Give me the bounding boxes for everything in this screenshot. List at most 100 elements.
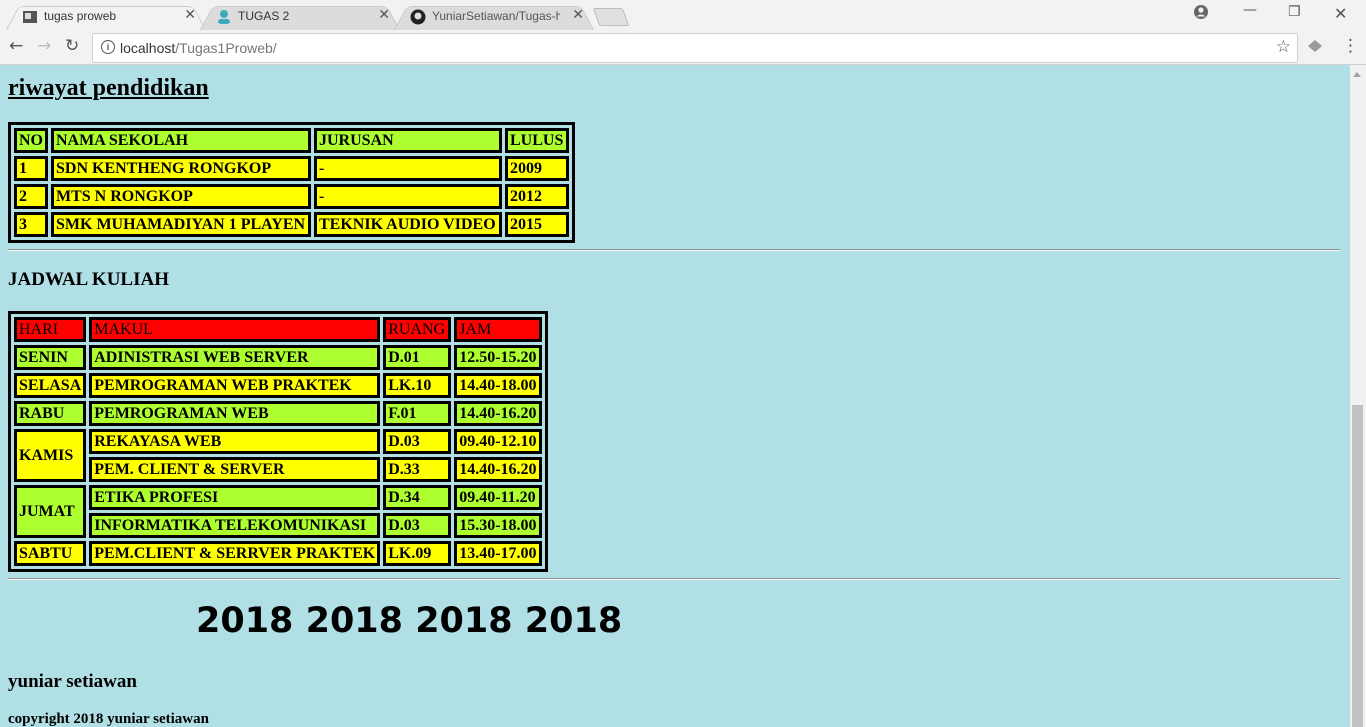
table-cell: PEMROGRAMAN WEB — [89, 401, 381, 426]
copyright-text: copyright 2018 yuniar setiawan — [8, 711, 209, 727]
address-bar[interactable]: i localhost/Tugas1Proweb/ ☆ — [92, 33, 1298, 63]
tab-strip: tugas proweb ✕ TUGAS 2 ✕ YuniarSetiawan/… — [0, 0, 1366, 31]
table-cell: 09.40-11.20 — [454, 485, 542, 510]
close-tab-icon[interactable]: ✕ — [572, 6, 584, 23]
extension-icon[interactable] — [1306, 38, 1324, 59]
riwayat-heading: riwayat pendidikan — [8, 75, 209, 101]
table-header-row: NO NAMA SEKOLAH JURUSAN LULUS — [14, 128, 569, 153]
person-favicon-icon — [216, 9, 232, 25]
header-cell: LULUS — [505, 128, 569, 153]
table-cell: F.01 — [383, 401, 452, 426]
header-cell: NO — [14, 128, 48, 153]
divider — [8, 249, 1340, 251]
header-cell: NAMA SEKOLAH — [51, 128, 311, 153]
table-cell: - — [314, 184, 502, 209]
header-cell: HARI — [14, 317, 87, 342]
page-favicon-icon — [22, 9, 38, 25]
table-row: INFORMATIKA TELEKOMUNIKASI D.03 15.30-18… — [14, 513, 542, 538]
table-cell: D.01 — [383, 345, 452, 370]
table-cell: 2015 — [505, 212, 569, 237]
table-cell: PEM.CLIENT & SERRVER PRAKTEK — [89, 541, 381, 566]
table-cell: 14.40-18.00 — [454, 373, 542, 398]
github-icon — [410, 9, 426, 25]
table-cell: JUMAT — [14, 485, 87, 538]
table-row: KAMIS REKAYASA WEB D.03 09.40-12.10 — [14, 429, 542, 482]
jadwal-table: HARI MAKUL RUANG JAM SENIN ADINISTRASI W… — [8, 311, 548, 572]
tab-label: TUGAS 2 — [238, 9, 290, 23]
table-cell: 2009 — [505, 156, 569, 181]
table-cell: 13.40-17.00 — [454, 541, 542, 566]
table-cell: 14.40-16.20 — [454, 401, 542, 426]
table-row: SABTU PEM.CLIENT & SERRVER PRAKTEK LK.09… — [14, 541, 542, 566]
table-cell: 12.50-15.20 — [454, 345, 542, 370]
table-cell: SABTU — [14, 541, 87, 566]
reload-icon[interactable]: ↻ — [65, 36, 79, 56]
header-cell: MAKUL — [89, 317, 381, 342]
table-row: PEM. CLIENT & SERVER D.33 14.40-16.20 — [14, 457, 542, 482]
close-tab-icon[interactable]: ✕ — [378, 6, 390, 23]
author-name: yuniar setiawan — [8, 671, 137, 692]
info-icon[interactable]: i — [101, 40, 115, 54]
page-viewport: riwayat pendidikan NO NAMA SEKOLAH JURUS… — [0, 65, 1350, 727]
header-cell: JURUSAN — [314, 128, 502, 153]
table-cell: ADINISTRASI WEB SERVER — [89, 345, 381, 370]
tab-tugas-proweb[interactable]: tugas proweb ✕ — [6, 2, 206, 31]
table-cell: SELASA — [14, 373, 87, 398]
table-cell: KAMIS — [14, 429, 87, 482]
table-cell: 2 — [14, 184, 48, 209]
table-row: RABU PEMROGRAMAN WEB F.01 14.40-16.20 — [14, 401, 542, 426]
table-cell: 2012 — [505, 184, 569, 209]
table-cell: 1 — [14, 156, 48, 181]
restore-icon[interactable]: ❐ — [1288, 4, 1301, 20]
bookmark-star-icon[interactable]: ☆ — [1276, 37, 1291, 57]
forward-arrow-icon[interactable]: → — [37, 36, 51, 56]
table-cell: D.34 — [383, 485, 452, 510]
close-window-icon[interactable]: ✕ — [1334, 4, 1347, 23]
table-cell: RABU — [14, 401, 87, 426]
table-cell: - — [314, 156, 502, 181]
table-cell: 15.30-18.00 — [454, 513, 542, 538]
table-cell: D.03 — [383, 429, 452, 454]
table-cell: TEKNIK AUDIO VIDEO — [314, 212, 502, 237]
table-header-row: HARI MAKUL RUANG JAM — [14, 317, 542, 342]
browser-toolbar: ← → ↻ i localhost/Tugas1Proweb/ ☆ ⋮ — [0, 30, 1366, 65]
table-cell: SMK MUHAMADIYAN 1 PLAYEN — [51, 212, 311, 237]
url-text[interactable]: localhost/Tugas1Proweb/ — [120, 40, 277, 56]
table-row: 2 MTS N RONGKOP - 2012 — [14, 184, 569, 209]
table-cell: MTS N RONGKOP — [51, 184, 311, 209]
header-cell: JAM — [454, 317, 542, 342]
back-arrow-icon[interactable]: ← — [9, 36, 23, 56]
table-cell: REKAYASA WEB — [89, 429, 381, 454]
table-row: 3 SMK MUHAMADIYAN 1 PLAYEN TEKNIK AUDIO … — [14, 212, 569, 237]
table-row: JUMAT ETIKA PROFESI D.34 09.40-11.20 — [14, 485, 542, 538]
tab-github[interactable]: YuniarSetiawan/Tugas-ht ✕ — [394, 2, 594, 31]
table-cell: LK.09 — [383, 541, 452, 566]
divider — [8, 578, 1340, 580]
table-cell: SDN KENTHENG RONGKOP — [51, 156, 311, 181]
table-cell: PEMROGRAMAN WEB PRAKTEK — [89, 373, 381, 398]
header-cell: RUANG — [383, 317, 452, 342]
new-tab-button[interactable] — [592, 8, 630, 26]
table-cell: LK.10 — [383, 373, 452, 398]
table-cell: D.03 — [383, 513, 452, 538]
table-cell: PEM. CLIENT & SERVER — [89, 457, 381, 482]
table-row: SENIN ADINISTRASI WEB SERVER D.01 12.50-… — [14, 345, 542, 370]
table-cell: 09.40-12.10 — [454, 429, 542, 454]
table-row: 1 SDN KENTHENG RONGKOP - 2009 — [14, 156, 569, 181]
table-row: SELASA PEMROGRAMAN WEB PRAKTEK LK.10 14.… — [14, 373, 542, 398]
tab-tugas-2[interactable]: TUGAS 2 ✕ — [200, 2, 400, 31]
close-tab-icon[interactable]: ✕ — [184, 6, 196, 23]
jadwal-heading: JADWAL KULIAH — [8, 269, 169, 290]
tab-label: tugas proweb — [44, 9, 117, 23]
minimize-icon[interactable]: — — [1243, 2, 1257, 18]
table-cell: ETIKA PROFESI — [89, 485, 381, 510]
url-path: /Tugas1Proweb/ — [175, 40, 277, 56]
scroll-up-arrow-icon[interactable] — [1353, 72, 1361, 77]
scrollbar-thumb[interactable] — [1352, 405, 1363, 727]
years-banner: 2018 2018 2018 2018 — [196, 601, 623, 641]
menu-kebab-icon[interactable]: ⋮ — [1342, 36, 1359, 56]
table-cell: 14.40-16.20 — [454, 457, 542, 482]
table-cell: INFORMATIKA TELEKOMUNIKASI — [89, 513, 381, 538]
table-cell: D.33 — [383, 457, 452, 482]
profile-icon[interactable] — [1193, 4, 1209, 24]
